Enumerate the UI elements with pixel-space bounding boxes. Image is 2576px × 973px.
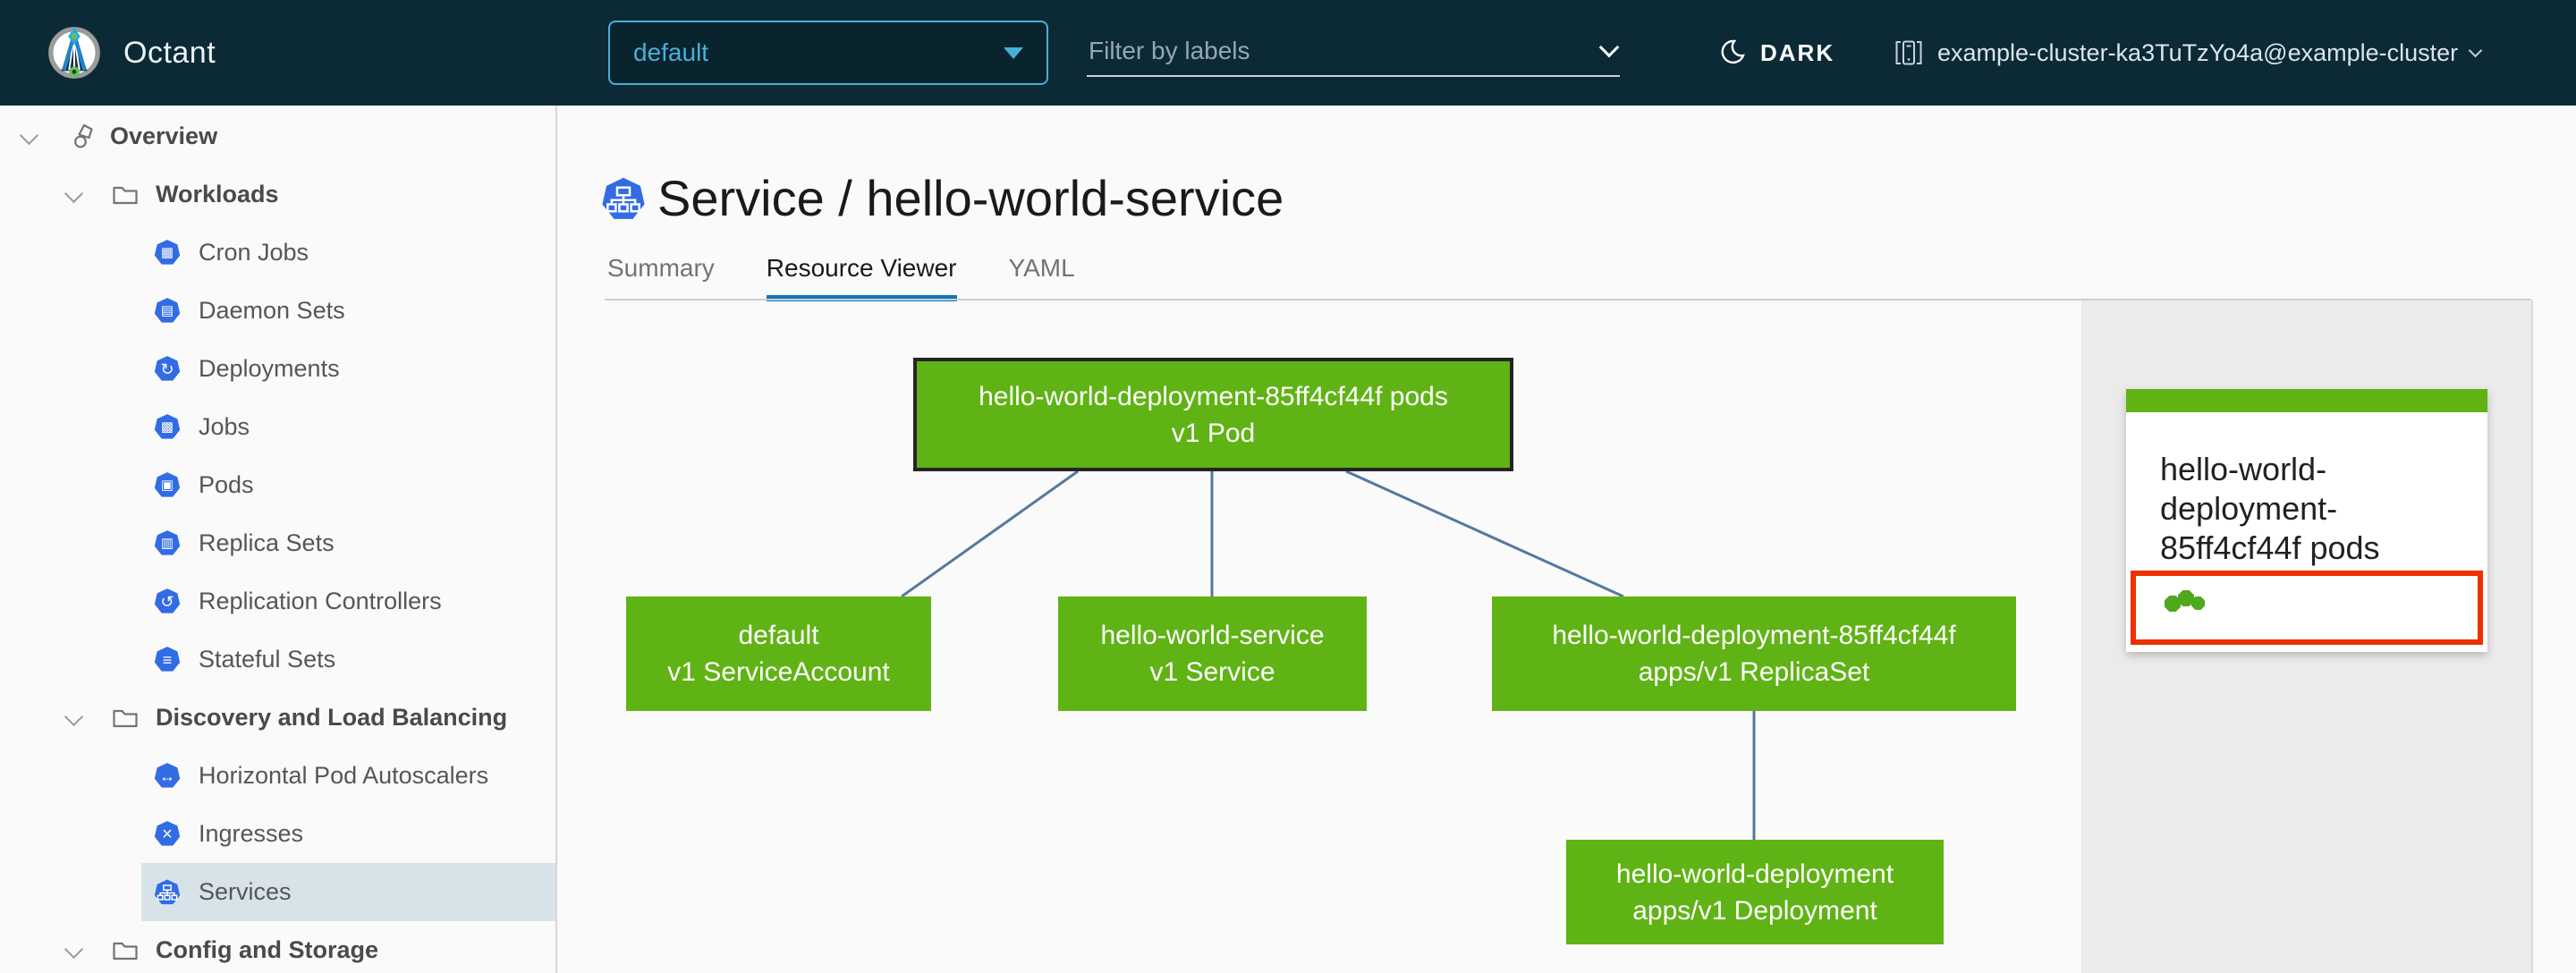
theme-toggle[interactable]: DARK	[1719, 0, 1835, 106]
theme-toggle-label: DARK	[1760, 38, 1835, 66]
tab-resource-viewer[interactable]: Resource Viewer	[766, 254, 957, 301]
k8s-replicationcontroller-icon	[154, 588, 181, 613]
graph-node-name: hello-world-deployment-85ff4cf44f pods	[979, 381, 1448, 411]
sidebar-item-label: Ingresses	[199, 820, 304, 847]
minimap-node-card[interactable]: hello-world-deployment-85ff4cf44f pods	[2126, 389, 2487, 652]
k8s-job-icon	[154, 414, 181, 439]
label-filter	[1087, 27, 1620, 77]
page-title: Service / hello-world-service	[657, 170, 1284, 226]
sidebar-item-label: Workloads	[156, 181, 279, 207]
cluster-context-value: example-cluster-ka3TuTzYo4a@example-clus…	[1937, 38, 2459, 66]
sidebar-item-label: Cron Jobs	[199, 239, 309, 266]
pod-status-dots	[2165, 590, 2205, 612]
chevron-down-icon[interactable]	[64, 941, 84, 960]
k8s-deployment-icon	[154, 356, 181, 381]
sidebar-item-label: Replication Controllers	[199, 588, 442, 614]
minimap-card-header	[2126, 389, 2487, 412]
graph-node-name: hello-world-deployment	[1615, 859, 1894, 889]
graph-minimap-panel: hello-world-deployment-85ff4cf44f pods	[2081, 300, 2531, 973]
namespace-dropdown[interactable]: default	[608, 21, 1048, 85]
brand: Octant	[47, 0, 216, 106]
k8s-hpa-icon	[154, 763, 181, 788]
k8s-ingress-icon	[154, 821, 181, 846]
tab-bar: Summary Resource Viewer YAML	[607, 254, 1127, 301]
sidebar-nav: Overview Workloads Cron Jobs Daemon Sets…	[0, 106, 557, 973]
octant-app: Octant default DARK example-cluster-ka3T…	[0, 0, 2576, 973]
k8s-daemonset-icon	[154, 298, 181, 323]
sidebar-item-replication-controllers[interactable]: Replication Controllers	[141, 572, 555, 630]
app-title: Octant	[123, 35, 216, 70]
sidebar-item-overview[interactable]: Overview	[0, 107, 555, 165]
cluster-icon	[1894, 40, 1923, 65]
sidebar-item-cron-jobs[interactable]: Cron Jobs	[141, 224, 555, 282]
chevron-down-icon[interactable]	[20, 127, 39, 147]
sidebar-item-label: Pods	[199, 471, 254, 498]
main-content: Service / hello-world-service Summary Re…	[557, 106, 2576, 973]
k8s-statefulset-icon	[154, 647, 181, 672]
sidebar-item-services[interactable]: Services	[141, 863, 555, 921]
app-header: Octant default DARK example-cluster-ka3T…	[0, 0, 2576, 106]
sidebar-group-workloads[interactable]: Workloads	[0, 165, 555, 224]
graph-node-pod[interactable]: hello-world-deployment-85ff4cf44f pods v…	[913, 358, 1513, 471]
sidebar-item-replica-sets[interactable]: Replica Sets	[141, 514, 555, 572]
chevron-down-icon[interactable]	[64, 185, 84, 205]
graph-node-kind: apps/v1 Deployment	[1632, 895, 1877, 926]
sidebar-item-label: Stateful Sets	[199, 646, 336, 673]
graph-node-deployment[interactable]: hello-world-deployment apps/v1 Deploymen…	[1566, 840, 1944, 944]
graph-node-kind: v1 Pod	[1171, 418, 1256, 448]
sidebar-item-pods[interactable]: Pods	[141, 456, 555, 514]
k8s-service-icon	[601, 177, 646, 222]
graph-node-kind: apps/v1 ReplicaSet	[1638, 657, 1870, 687]
sidebar-group-config-and-storage[interactable]: Config and Storage	[0, 921, 555, 973]
label-filter-input[interactable]	[1087, 36, 1591, 66]
chevron-down-icon	[2468, 43, 2483, 57]
sidebar-group-discovery-and-load-balancing[interactable]: Discovery and Load Balancing	[0, 689, 555, 747]
minimap-card-title: hello-world-deployment-85ff4cf44f pods	[2160, 451, 2380, 566]
graph-node-serviceaccount[interactable]: default v1 ServiceAccount	[626, 596, 931, 711]
namespace-dropdown-value: default	[633, 38, 709, 66]
tab-summary[interactable]: Summary	[607, 254, 715, 301]
graph-node-name: default	[738, 621, 819, 650]
applications-icon	[70, 123, 98, 151]
sidebar-item-label: Services	[199, 878, 292, 905]
k8s-pod-icon	[154, 472, 181, 497]
chevron-down-icon[interactable]	[64, 708, 84, 728]
k8s-cronjob-icon	[154, 240, 181, 265]
graph-node-kind: v1 Service	[1149, 657, 1275, 687]
sidebar-item-label: Jobs	[199, 413, 250, 440]
sidebar-item-label: Config and Storage	[156, 936, 378, 963]
sidebar-item-label: Replica Sets	[199, 529, 335, 556]
graph-node-name: hello-world-service	[1100, 621, 1325, 650]
sidebar-item-horizontal-pod-autoscalers[interactable]: Horizontal Pod Autoscalers	[141, 747, 555, 805]
cluster-context-selector[interactable]: example-cluster-ka3TuTzYo4a@example-clus…	[1894, 0, 2483, 106]
sidebar-item-jobs[interactable]: Jobs	[141, 398, 555, 456]
sidebar-item-stateful-sets[interactable]: Stateful Sets	[141, 630, 555, 689]
pod-status-highlight-box	[2131, 571, 2483, 645]
sidebar-item-label: Deployments	[199, 355, 340, 382]
graph-node-replicaset[interactable]: hello-world-deployment-85ff4cf44f apps/v…	[1492, 596, 2016, 711]
dropdown-caret-icon	[1004, 47, 1023, 59]
sidebar-item-ingresses[interactable]: Ingresses	[141, 805, 555, 863]
folder-icon	[111, 936, 140, 965]
sidebar-item-deployments[interactable]: Deployments	[141, 340, 555, 398]
folder-icon	[111, 704, 140, 732]
pod-status-dot	[2191, 596, 2205, 610]
chevron-down-icon[interactable]	[1598, 37, 1620, 58]
graph-node-service[interactable]: hello-world-service v1 Service	[1058, 596, 1367, 711]
tab-yaml[interactable]: YAML	[1009, 254, 1075, 301]
sidebar-item-label: Overview	[110, 123, 218, 149]
k8s-service-icon	[154, 879, 181, 906]
graph-node-name: hello-world-deployment-85ff4cf44f	[1552, 621, 1956, 650]
graph-node-kind: v1 ServiceAccount	[667, 657, 890, 687]
sidebar-item-daemon-sets[interactable]: Daemon Sets	[141, 282, 555, 340]
octant-logo-icon	[47, 25, 102, 80]
moon-icon	[1719, 38, 1748, 67]
scrollbar-track[interactable]	[2531, 300, 2576, 973]
sidebar-item-label: Daemon Sets	[199, 297, 345, 324]
sidebar-item-label: Discovery and Load Balancing	[156, 704, 508, 731]
k8s-replicaset-icon	[154, 530, 181, 555]
folder-icon	[111, 181, 140, 209]
sidebar-item-label: Horizontal Pod Autoscalers	[199, 762, 489, 789]
